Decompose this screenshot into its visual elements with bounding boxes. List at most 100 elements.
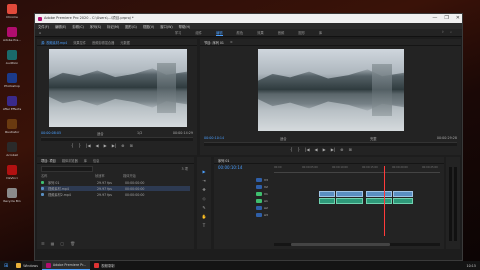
program-scrub-bar[interactable] (204, 142, 457, 146)
mark-out-button[interactable]: } (79, 143, 82, 148)
menu-view[interactable]: 视图(V) (143, 24, 154, 29)
tab-media-browser[interactable]: 媒体浏览器 (62, 158, 78, 163)
extract-button[interactable]: ⊞ (348, 147, 351, 152)
go-to-out-button[interactable]: ▶| (112, 143, 116, 148)
source-video-frame[interactable] (49, 49, 187, 127)
start-button[interactable]: ⊞ (0, 261, 12, 270)
program-mark-in-button[interactable]: { (290, 147, 293, 152)
track-a1-label[interactable] (256, 199, 262, 203)
program-quality-dropdown[interactable]: 完整 (370, 136, 377, 141)
razor-tool-icon[interactable]: ◇ (202, 196, 205, 201)
type-tool-icon[interactable]: T (203, 223, 205, 228)
menu-window[interactable]: 窗口(W) (160, 24, 172, 29)
desktop-icon[interactable]: DaVinci (2, 165, 22, 180)
tab-sequence[interactable]: 序列 01 (218, 158, 229, 163)
program-go-to-in-button[interactable]: |◀ (305, 147, 309, 152)
desktop-icon[interactable]: After Effects (2, 96, 22, 111)
source-timecode[interactable]: 00:00:08:05 (41, 131, 61, 135)
track-a3-label[interactable] (256, 213, 262, 217)
video-clip[interactable] (366, 191, 392, 197)
column-media-start[interactable]: 媒体开始 (123, 173, 136, 178)
desktop-icon[interactable]: Audition (2, 50, 22, 65)
minimize-button[interactable]: — (432, 15, 437, 21)
menu-marker[interactable]: 标记(M) (107, 24, 119, 29)
desktop-icon[interactable]: Adobe Pre... (2, 27, 22, 42)
desktop-icon[interactable]: Illustrator (2, 119, 22, 134)
program-timecode[interactable]: 00:00:10:14 (204, 136, 224, 140)
workspace-learn[interactable]: 学习 (175, 30, 182, 35)
home-icon[interactable]: ⌂ (39, 31, 41, 35)
search-icon[interactable]: ⌕ (450, 30, 452, 34)
source-fit-dropdown[interactable]: 适合 (97, 131, 104, 136)
panel-menu-icon[interactable]: ≡ (230, 40, 233, 44)
tab-info[interactable]: 信息 (93, 158, 99, 163)
column-fps[interactable]: 帧速率 (95, 173, 119, 178)
workspace-libraries[interactable]: 库 (319, 30, 322, 35)
menu-help[interactable]: 帮助(H) (179, 24, 191, 29)
new-item-icon[interactable]: ▢ (60, 241, 64, 246)
audio-clip[interactable] (336, 198, 363, 204)
program-step-back-button[interactable]: ◀ (315, 147, 318, 152)
tab-audio-mixer[interactable]: 音频剪辑混合器 (92, 40, 114, 45)
video-clip[interactable] (336, 191, 363, 197)
step-back-button[interactable]: ◀ (96, 143, 99, 148)
maximize-button[interactable]: ❐ (444, 15, 448, 21)
taskbar-clock[interactable]: 10:15 (466, 264, 480, 268)
program-video-frame[interactable] (258, 49, 404, 131)
program-fit-dropdown[interactable]: 适合 (280, 136, 287, 141)
timeline-playhead[interactable] (384, 166, 385, 236)
project-item[interactable]: 视频素材2.mp4 29.97 fps 00:00:00:00 (41, 192, 190, 197)
workspace-editing[interactable]: 编辑 (215, 30, 223, 36)
project-item[interactable]: 序列 01 29.97 fps 00:00:00:00 (41, 180, 190, 185)
workspace-effects[interactable]: 效果 (257, 30, 264, 35)
program-play-button[interactable]: ▶ (323, 147, 326, 152)
workspace-color[interactable]: 颜色 (237, 30, 244, 35)
track-v2-label[interactable] (256, 185, 262, 189)
play-button[interactable]: ▶ (104, 143, 107, 148)
workspace-assembly[interactable]: 组件 (195, 30, 202, 35)
tab-project[interactable]: 项目: 项目 (41, 158, 56, 163)
source-quality-dropdown[interactable]: 1/2 (137, 131, 142, 135)
selection-tool-icon[interactable]: ▶ (202, 169, 205, 174)
column-name[interactable]: 名称 (41, 173, 91, 178)
menu-clip[interactable]: 剪辑(C) (72, 24, 83, 29)
go-to-in-button[interactable]: |◀ (86, 143, 90, 148)
desktop-icon[interactable]: Recycle Bin (2, 188, 22, 203)
source-scrub-bar[interactable] (41, 137, 193, 141)
taskbar-premiere[interactable]: Adobe Premiere Pr... (41, 261, 91, 270)
list-view-icon[interactable]: ☰ (41, 241, 45, 246)
program-mark-out-button[interactable]: } (298, 147, 301, 152)
insert-button[interactable]: ⊕ (121, 143, 124, 148)
project-item[interactable]: 视频素材.mp4 29.97 fps 00:00:00:00 (41, 186, 190, 191)
overwrite-button[interactable]: ⊞ (129, 143, 132, 148)
ripple-edit-tool-icon[interactable]: ✥ (202, 187, 205, 192)
close-button[interactable]: ✕ (456, 15, 460, 21)
audio-clip[interactable] (393, 198, 413, 204)
desktop-icon[interactable]: Acrobat (2, 142, 22, 157)
trash-icon[interactable]: 🗑 (70, 241, 75, 246)
audio-clip[interactable] (319, 198, 335, 204)
mark-in-button[interactable]: { (71, 143, 74, 148)
video-clip[interactable] (393, 191, 413, 197)
workspace-audio[interactable]: 音频 (278, 30, 285, 35)
menu-edit[interactable]: 编辑(E) (55, 24, 66, 29)
lift-button[interactable]: ⊕ (340, 147, 343, 152)
tab-libraries[interactable]: 库 (84, 158, 87, 163)
taskbar-explorer[interactable]: Windows (12, 261, 42, 270)
track-v3-label[interactable] (256, 178, 262, 182)
desktop-icon[interactable]: Photoshop (2, 73, 22, 88)
project-search-input[interactable] (41, 166, 93, 172)
timeline-timecode[interactable]: 00:00:10:14 (218, 165, 242, 170)
workspace-graphics[interactable]: 图形 (298, 30, 305, 35)
track-a2-label[interactable] (256, 206, 262, 210)
taskbar-recorder[interactable]: 视频录制 (90, 261, 118, 270)
menu-graphics[interactable]: 图形(G) (125, 24, 137, 29)
video-clip[interactable] (319, 191, 335, 197)
timeline-ruler[interactable]: 00:00 00:00:05:00 00:00:10:00 00:00:15:0… (274, 166, 440, 173)
timeline-scrollbar[interactable] (274, 243, 440, 246)
program-go-to-out-button[interactable]: ▶| (331, 147, 335, 152)
tab-source[interactable]: 源: 视频素材.mp4 (41, 40, 67, 45)
track-v1-label[interactable] (256, 192, 262, 196)
pen-tool-icon[interactable]: ✎ (202, 205, 205, 210)
audio-clip[interactable] (366, 198, 392, 204)
